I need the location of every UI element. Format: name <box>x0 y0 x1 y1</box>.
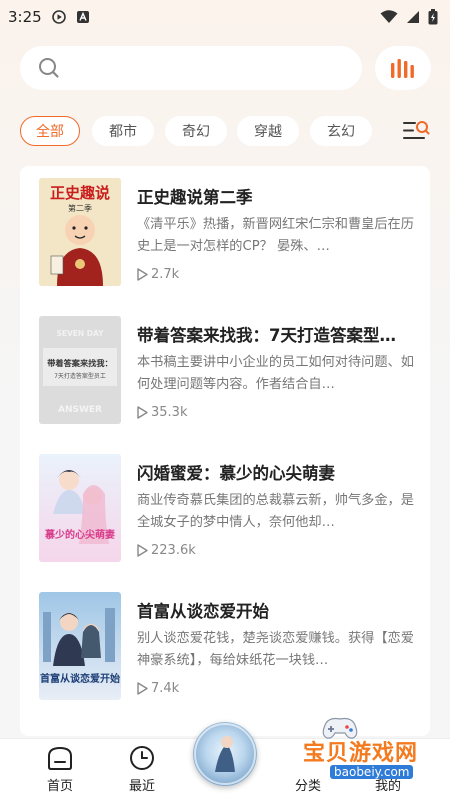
category-all[interactable]: 全部 <box>20 116 80 146</box>
signal-icon <box>407 11 419 23</box>
book-title: 闪婚蜜爱：慕少的心尖萌妻 <box>137 464 335 483</box>
battery-icon <box>428 9 438 25</box>
app-notification-icon <box>76 11 89 23</box>
category-city[interactable]: 都市 <box>92 116 154 146</box>
book-cover: 正史趣说 第二季 <box>39 178 121 286</box>
play-count: 2.7k <box>137 267 179 282</box>
home-icon <box>48 746 72 770</box>
watermark-url: baobeiy.com <box>330 765 414 779</box>
ranking-bars-icon <box>391 59 414 78</box>
status-time: 3:25 <box>8 8 42 26</box>
play-count-value: 2.7k <box>151 267 180 282</box>
play-icon <box>137 682 148 695</box>
category-xuanhuan[interactable]: 玄幻 <box>310 116 372 146</box>
book-title: 带着答案来找我：7天打造答案型… <box>137 326 396 345</box>
play-icon <box>137 544 148 557</box>
book-item[interactable]: SEVEN DAY 带着答案来找我： 7天打造答案型员工 ANSWER 带着答案… <box>20 304 430 442</box>
cover-illustration: 首富从谈恋爱开始 <box>39 592 121 700</box>
search-row <box>20 46 432 90</box>
play-count-value: 223.6k <box>151 543 196 558</box>
category-fantasy[interactable]: 奇幻 <box>165 116 227 146</box>
cover-top-text: SEVEN DAY <box>56 329 104 338</box>
cover-title-text: 带着答案来找我： <box>47 358 113 368</box>
cover-title-text: 慕少的心尖萌妻 <box>44 528 115 541</box>
play-count-value: 35.3k <box>151 405 188 420</box>
category-tabs: 全部 都市 奇幻 穿越 玄幻 <box>20 116 432 146</box>
cover-subtitle-text: 7天打造答案型员工 <box>54 372 106 380</box>
book-description: 《清平乐》热播，新晋网红宋仁宗和曹皇后在历史上是一对怎样的CP？ 晏殊、… <box>137 217 414 254</box>
watermark-text: 宝贝游戏网 <box>303 741 419 766</box>
tab-recent-label: 最近 <box>128 779 155 794</box>
tab-recent[interactable]: 最近 <box>112 745 172 797</box>
play-count: 223.6k <box>137 543 196 558</box>
cover-subtitle-text: 第二季 <box>68 203 92 213</box>
now-playing-cover <box>194 723 256 785</box>
cover-title-text: 首富从谈恋爱开始 <box>40 672 120 685</box>
book-cover: SEVEN DAY 带着答案来找我： 7天打造答案型员工 ANSWER <box>39 316 121 424</box>
status-bar: 3:25 <box>0 0 450 34</box>
play-count: 35.3k <box>137 405 187 420</box>
book-cover: 慕少的心尖萌妻 <box>39 454 121 562</box>
cover-title-text: 正史趣说 <box>50 184 110 202</box>
search-input[interactable] <box>68 53 362 83</box>
book-cover: 首富从谈恋爱开始 <box>39 592 121 700</box>
play-icon <box>137 406 148 419</box>
cover-bottom-text: ANSWER <box>58 405 102 415</box>
category-time-travel[interactable]: 穿越 <box>237 116 299 146</box>
clock-icon <box>130 746 154 770</box>
watermark: 宝贝游戏网 baobeiy.com <box>300 715 450 787</box>
cover-illustration: 正史趣说 第二季 <box>39 178 121 286</box>
book-description: 商业传奇慕氏集团的总裁慕云新，帅气多金，是全城女子的梦中情人，奈何他却… <box>137 493 414 530</box>
book-description: 本书稿主要讲中小企业的员工如何对待问题、如何处理问题等内容。作者结合自… <box>137 355 414 392</box>
now-playing-disc[interactable] <box>193 722 257 786</box>
book-item[interactable]: 慕少的心尖萌妻 闪婚蜜爱：慕少的心尖萌妻 商业传奇慕氏集团的总裁慕云新，帅气多金… <box>20 442 430 580</box>
search-box[interactable] <box>20 46 362 90</box>
play-icon <box>137 268 148 281</box>
cover-illustration: 慕少的心尖萌妻 <box>39 454 121 562</box>
media-play-icon <box>51 10 66 24</box>
book-title: 正史趣说第二季 <box>137 188 253 207</box>
tab-home-label: 首页 <box>46 779 73 794</box>
play-count: 7.4k <box>137 681 179 696</box>
tab-home[interactable]: 首页 <box>30 745 90 797</box>
book-title: 首富从谈恋爱开始 <box>137 602 269 621</box>
book-list: 正史趣说 第二季 正史趣说第二季 《清平乐》热播，新晋网红宋仁宗和曹皇后在历史上… <box>20 166 430 736</box>
filter-search-icon[interactable] <box>402 118 430 144</box>
search-icon <box>39 58 59 78</box>
book-description: 别人谈恋爱花钱，楚尧谈恋爱赚钱。获得【恋爱神豪系统】，每给妹纸花一块钱… <box>137 631 414 668</box>
play-count-value: 7.4k <box>151 681 180 696</box>
book-item[interactable]: 首富从谈恋爱开始 首富从谈恋爱开始 别人谈恋爱花钱，楚尧谈恋爱赚钱。获得【恋爱神… <box>20 580 430 718</box>
cover-illustration: SEVEN DAY 带着答案来找我： 7天打造答案型员工 ANSWER <box>39 316 121 424</box>
wifi-icon <box>380 10 398 23</box>
ranking-button[interactable] <box>375 46 431 90</box>
book-item[interactable]: 正史趣说 第二季 正史趣说第二季 《清平乐》热播，新晋网红宋仁宗和曹皇后在历史上… <box>20 166 430 304</box>
